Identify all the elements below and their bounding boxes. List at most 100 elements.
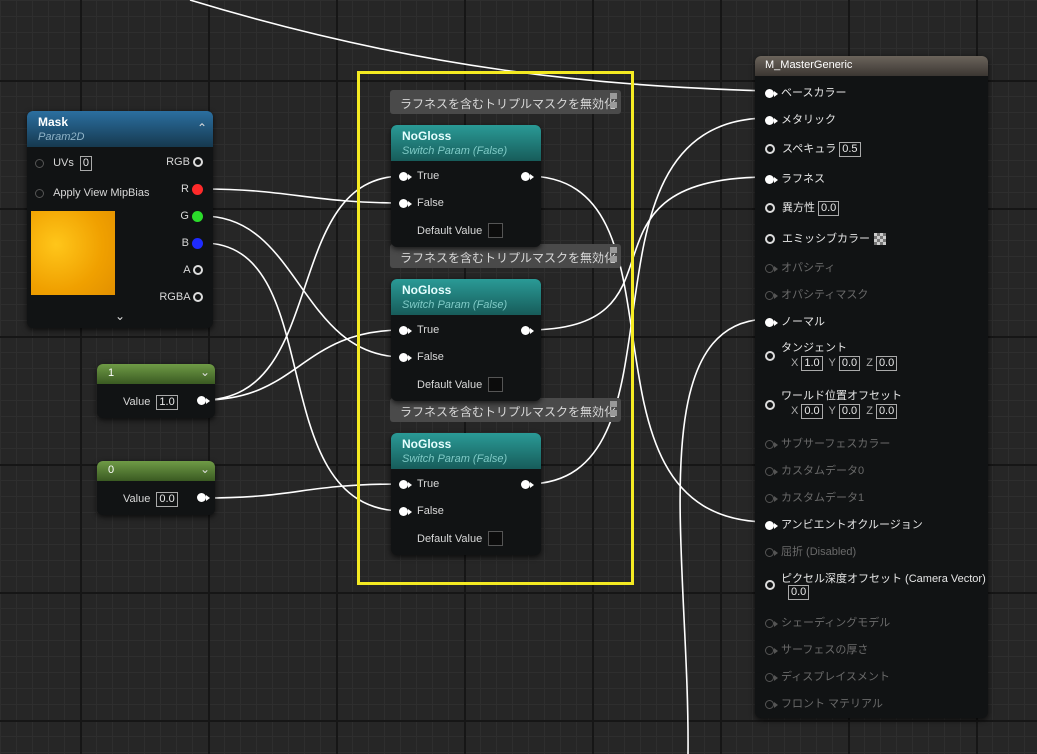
anisotropy-value-field[interactable]: 0.0 <box>818 201 840 216</box>
chevron-down-icon[interactable]: ⌄ <box>200 365 210 379</box>
pin-label: オパシティ <box>781 262 836 274</box>
constant-one-header[interactable]: 1 ⌄ <box>97 364 215 384</box>
rgb-label: RGB <box>166 156 190 168</box>
pdo-pin-icon[interactable] <box>765 580 775 590</box>
a-pin-icon[interactable] <box>193 265 203 276</box>
tangent-z-field[interactable]: 0.0 <box>875 356 898 371</box>
pin-icon <box>765 699 778 709</box>
b-pin-icon[interactable] <box>192 237 203 249</box>
highlight-box <box>357 71 634 585</box>
pdo-value-field[interactable]: 0.0 <box>788 585 810 600</box>
wpo-y-field[interactable]: 0.0 <box>838 404 861 419</box>
r-label: R <box>180 183 189 195</box>
pin-label: 異方性 <box>782 202 815 214</box>
chevron-down-icon[interactable]: ⌄ <box>200 462 210 476</box>
uvs-pin[interactable]: UVs 0 <box>35 156 93 171</box>
pin-opacity: オパシティ <box>765 259 835 275</box>
pin-icon[interactable] <box>765 317 778 327</box>
a-label: A <box>183 264 190 276</box>
pin-displacement: ディスプレイスメント <box>765 668 890 684</box>
pin-world-position-offset[interactable]: ワールド位置オフセット <box>765 387 902 403</box>
constant-zero-node[interactable]: 0 ⌄ Value 0.0 <box>97 461 215 515</box>
wpo-xyz-fields: X 0.0 Y 0.0 Z 0.0 <box>791 404 900 419</box>
pin-icon <box>765 493 778 503</box>
constant-one-node[interactable]: 1 ⌄ Value 1.0 <box>97 364 215 418</box>
constant-one-output-pin-icon[interactable] <box>197 396 210 405</box>
uvs-pin-icon[interactable] <box>35 158 44 168</box>
tangent-y-field[interactable]: 0.0 <box>838 356 861 371</box>
constant-zero-value-field[interactable]: 0.0 <box>156 492 178 507</box>
pin-label: サーフェスの厚さ <box>781 644 869 656</box>
pin-icon[interactable] <box>765 115 778 125</box>
expand-chevron-icon[interactable]: ⌄ <box>115 309 125 323</box>
g-output[interactable]: G <box>180 210 203 222</box>
pin-anisotropy[interactable]: 異方性 0.0 <box>765 199 840 216</box>
pin-label: カスタムデータ0 <box>781 465 865 477</box>
pin-icon[interactable] <box>765 234 775 245</box>
pin-normal[interactable]: ノーマル <box>765 313 825 329</box>
pin-front-material: フロント マテリアル <box>765 695 883 711</box>
pin-label: サブサーフェスカラー <box>781 438 891 450</box>
pin-ambient-occlusion[interactable]: アンビエントオクルージョン <box>765 516 923 532</box>
pin-icon[interactable] <box>765 144 775 155</box>
g-label: G <box>180 210 189 222</box>
constant-zero-output-pin-icon[interactable] <box>197 493 210 502</box>
tangent-pin-icon[interactable] <box>765 351 775 361</box>
pin-specular[interactable]: スペキュラ 0.5 <box>765 140 861 157</box>
tangent-x-field[interactable]: 1.0 <box>801 356 823 371</box>
pin-label: スペキュラ <box>782 143 837 155</box>
color-swatch-icon[interactable] <box>874 233 886 246</box>
pin-tangent[interactable]: タンジェント <box>765 339 847 355</box>
specular-value-field[interactable]: 0.5 <box>839 142 861 157</box>
pin-icon <box>765 547 778 557</box>
wpo-pin-icon[interactable] <box>765 400 775 410</box>
pin-surface-thickness: サーフェスの厚さ <box>765 641 868 657</box>
pin-icon[interactable] <box>765 88 778 98</box>
mask-texture-node[interactable]: Mask Param2D ⌃ UVs 0 Apply View MipBias … <box>27 111 213 328</box>
pin-base-color[interactable]: ベースカラー <box>765 84 846 100</box>
pin-label: エミッシブカラー <box>782 233 870 245</box>
mipbias-pin[interactable]: Apply View MipBias <box>35 187 149 199</box>
mipbias-label: Apply View MipBias <box>53 187 150 199</box>
rgba-label: RGBA <box>159 291 190 303</box>
uvs-value-field[interactable]: 0 <box>79 156 93 171</box>
rgba-pin-icon[interactable] <box>193 292 203 303</box>
pin-label: ベースカラー <box>781 87 847 99</box>
material-output-node[interactable]: M_MasterGeneric ベースカラー メタリック スペキュラ 0.5 ラフ… <box>755 56 988 718</box>
rgb-pin-icon[interactable] <box>193 157 203 168</box>
b-label: B <box>181 237 189 249</box>
pin-custom-data-1: カスタムデータ1 <box>765 489 864 505</box>
r-pin-icon[interactable] <box>192 183 203 195</box>
pin-icon[interactable] <box>765 174 778 184</box>
pin-label: メタリック <box>781 114 836 126</box>
constant-one-value-field[interactable]: 1.0 <box>156 395 178 410</box>
pin-label: 屈折 (Disabled) <box>781 546 857 558</box>
pin-icon <box>765 290 778 300</box>
pin-emissive[interactable]: エミッシブカラー <box>765 230 886 246</box>
a-output[interactable]: A <box>183 264 203 276</box>
pin-roughness[interactable]: ラフネス <box>765 170 825 186</box>
constant-one-title: 1 <box>108 367 115 379</box>
rgb-output[interactable]: RGB <box>166 156 203 168</box>
material-node-header[interactable]: M_MasterGeneric <box>755 56 988 76</box>
pin-icon[interactable] <box>765 203 775 214</box>
pin-icon[interactable] <box>765 520 778 530</box>
mask-node-header[interactable]: Mask Param2D ⌃ <box>27 111 213 147</box>
pin-label: ラフネス <box>781 173 825 185</box>
pin-metallic[interactable]: メタリック <box>765 111 836 127</box>
b-output[interactable]: B <box>182 237 203 249</box>
pin-icon <box>765 439 778 449</box>
r-output[interactable]: R <box>181 183 203 195</box>
rgba-output[interactable]: RGBA <box>159 291 203 303</box>
pin-label: カスタムデータ1 <box>781 492 865 504</box>
pin-label: ピクセル深度オフセット (Camera Vector) <box>781 573 986 585</box>
collapse-chevron-icon[interactable]: ⌃ <box>197 121 207 135</box>
g-pin-icon[interactable] <box>192 210 203 222</box>
pin-icon <box>765 672 778 682</box>
pin-pixel-depth-offset[interactable]: ピクセル深度オフセット (Camera Vector) <box>765 570 986 586</box>
mipbias-pin-icon[interactable] <box>35 188 44 198</box>
constant-zero-title: 0 <box>108 464 115 476</box>
constant-zero-header[interactable]: 0 ⌄ <box>97 461 215 481</box>
wpo-z-field[interactable]: 0.0 <box>875 404 898 419</box>
wpo-x-field[interactable]: 0.0 <box>801 404 823 419</box>
